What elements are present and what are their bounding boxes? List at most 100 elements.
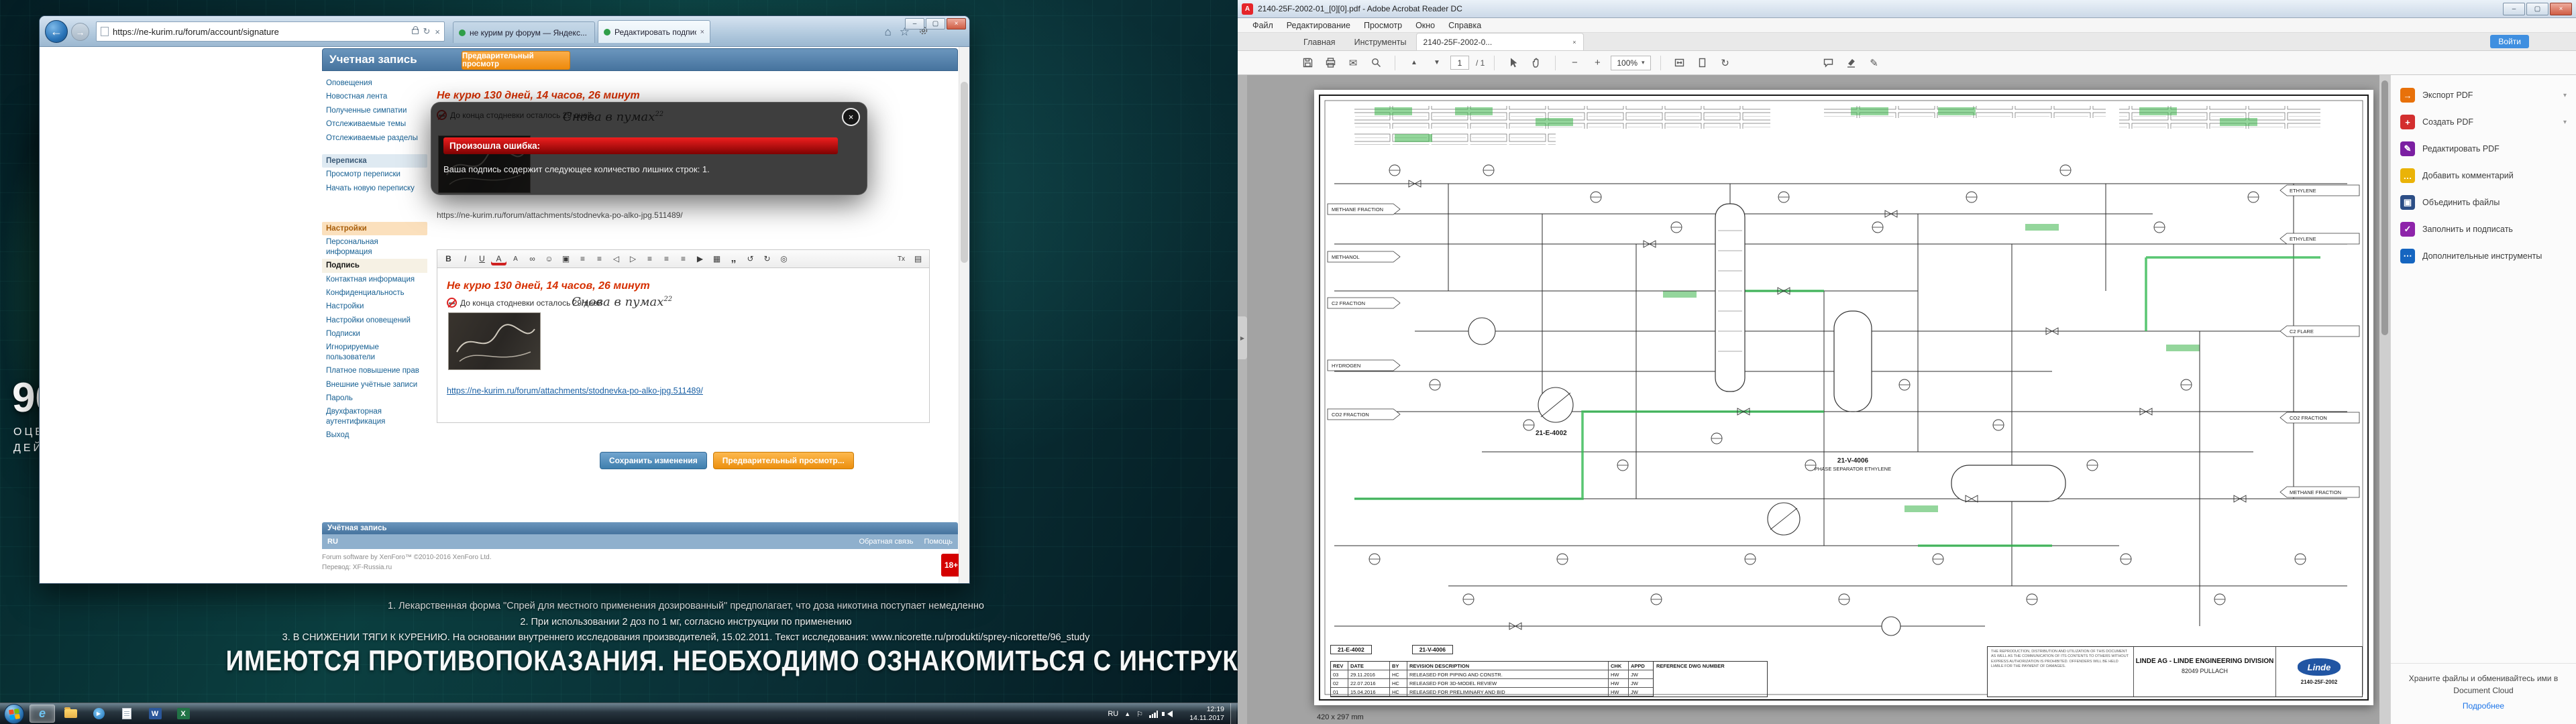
sidebar-header-conversations[interactable]: Переписка: [322, 154, 427, 168]
tab-document-active[interactable]: 2140-25F-2002-0... ×: [1416, 33, 1584, 50]
bullet-list-icon[interactable]: ≡: [575, 252, 590, 265]
forward-button[interactable]: →: [71, 23, 89, 41]
preview-button[interactable]: Предварительный просмотр...: [713, 452, 854, 469]
sidebar-item-ignored-users[interactable]: Игнорируемые пользователи: [322, 341, 427, 364]
learn-more-link[interactable]: Подробнее: [2463, 701, 2504, 711]
print-button[interactable]: [1321, 54, 1340, 72]
expand-panel-button[interactable]: ▶: [1238, 316, 1247, 359]
text-color-icon[interactable]: A: [491, 252, 506, 265]
sidebar-item-upgrades[interactable]: Платное повышение прав: [322, 364, 427, 377]
account-section-bar[interactable]: Учётная запись: [322, 522, 958, 534]
tool-more[interactable]: ⋯ Дополнительные инструменты: [2391, 243, 2576, 269]
highlight-tool-button[interactable]: [1842, 54, 1861, 72]
previous-page-button[interactable]: ▲: [1405, 54, 1424, 72]
close-button[interactable]: ×: [947, 18, 966, 29]
sidebar-item-signature[interactable]: Подпись: [322, 259, 427, 272]
tool-combine[interactable]: ▣ Объединить файлы: [2391, 189, 2576, 216]
sidebar-item-subscriptions[interactable]: Подписки: [322, 327, 427, 341]
taskbar-excel[interactable]: X: [170, 705, 196, 723]
email-button[interactable]: ✉: [1344, 54, 1362, 72]
tab-tools[interactable]: Инструменты: [1345, 34, 1416, 50]
attachment-link[interactable]: https://ne-kurim.ru/forum/attachments/st…: [447, 386, 703, 396]
outdent-icon[interactable]: ◁: [608, 252, 624, 265]
sidebar-item-new-conversation[interactable]: Начать новую переписку: [322, 182, 427, 195]
footer-link[interactable]: Помощь: [924, 538, 953, 546]
sidebar-item-view-conversations[interactable]: Просмотр переписки: [322, 168, 427, 181]
minimize-button[interactable]: –: [905, 18, 924, 29]
select-tool-button[interactable]: [1504, 54, 1523, 72]
table-icon[interactable]: ▦: [709, 252, 724, 265]
sidebar-item-external-accounts[interactable]: Внешние учётные записи: [322, 378, 427, 391]
sidebar-item-privacy[interactable]: Конфиденциальность: [322, 286, 427, 300]
menu-item[interactable]: Файл: [1246, 21, 1280, 30]
hidden-icons-chevron[interactable]: ▲: [1124, 711, 1130, 717]
taskbar-clock[interactable]: 12:19 14.11.2017: [1179, 705, 1224, 723]
network-icon[interactable]: [1149, 711, 1158, 718]
tool-edit-pdf[interactable]: ✎ Редактировать PDF: [2391, 135, 2576, 162]
maximize-button[interactable]: ▢: [2526, 3, 2548, 15]
taskbar-file-explorer[interactable]: [58, 705, 83, 723]
preview-tab[interactable]: Предварительный просмотр: [462, 51, 570, 70]
sidebar-item-password[interactable]: Пароль: [322, 391, 427, 405]
page-scrollbar[interactable]: [959, 47, 969, 583]
menu-item[interactable]: Редактирование: [1280, 21, 1357, 30]
sidebar-item-news-feed[interactable]: Новостная лента: [322, 90, 427, 103]
sidebar-item-alert-preferences[interactable]: Настройки оповещений: [322, 314, 427, 327]
indent-icon[interactable]: ▷: [625, 252, 641, 265]
tab-home[interactable]: Главная: [1294, 34, 1345, 50]
align-center-icon[interactable]: ≡: [659, 252, 674, 265]
fit-width-button[interactable]: [1670, 54, 1689, 72]
document-scrollbar[interactable]: [2379, 75, 2390, 724]
show-desktop-button[interactable]: [1230, 703, 1236, 724]
tool-export-pdf[interactable]: → Экспорт PDF ▾: [2391, 82, 2576, 109]
document-area[interactable]: METHANE FRACTION METHANOL C2 FRACTION HY…: [1247, 75, 2379, 724]
undo-icon[interactable]: ↺: [743, 252, 758, 265]
language-label[interactable]: RU: [327, 538, 338, 546]
comment-tool-button[interactable]: [1819, 54, 1838, 72]
taskbar-notepad[interactable]: [114, 705, 140, 723]
italic-icon[interactable]: I: [458, 252, 473, 265]
fit-page-button[interactable]: [1693, 54, 1712, 72]
search-button[interactable]: [1366, 54, 1385, 72]
numbered-list-icon[interactable]: ≡: [592, 252, 607, 265]
sidebar-item-two-step[interactable]: Двухфакторная аутентификация: [322, 405, 427, 428]
sidebar-item-preferences[interactable]: Настройки: [322, 300, 427, 313]
maximize-button[interactable]: ▢: [926, 18, 945, 29]
action-center-flag-icon[interactable]: ⚐: [1136, 710, 1143, 719]
sidebar-item-likes[interactable]: Полученные симпатии: [322, 104, 427, 117]
page-number-input[interactable]: [1450, 56, 1469, 70]
sidebar-header-settings[interactable]: Настройки: [322, 222, 427, 235]
menu-item[interactable]: Просмотр: [1357, 21, 1409, 30]
taskbar-word[interactable]: W: [142, 705, 168, 723]
menu-item[interactable]: Справка: [1442, 21, 1488, 30]
url-text[interactable]: https://ne-kurim.ru/forum/account/signat…: [113, 27, 407, 37]
tool-create-pdf[interactable]: + Создать PDF ▾: [2391, 109, 2576, 135]
sign-in-button[interactable]: Войти: [2490, 35, 2529, 48]
media-icon[interactable]: ▶: [692, 252, 708, 265]
bold-icon[interactable]: B: [441, 252, 456, 265]
refresh-icon[interactable]: ↻: [423, 26, 431, 37]
sidebar-item-watched-forums[interactable]: Отслеживаемые разделы: [322, 131, 427, 145]
browser-tab-1[interactable]: не курим ру форум — Яндекс...: [453, 21, 595, 43]
zoom-out-button[interactable]: −: [1565, 54, 1584, 72]
sidebar-item-alerts[interactable]: Оповещения: [322, 76, 427, 90]
align-right-icon[interactable]: ≡: [676, 252, 691, 265]
footer-link[interactable]: Обратная связь: [859, 538, 913, 546]
sidebar-item-logout[interactable]: Выход: [322, 428, 427, 442]
taskbar-media-player[interactable]: ▶: [86, 705, 111, 723]
tool-comment[interactable]: … Добавить комментарий: [2391, 162, 2576, 189]
address-bar[interactable]: https://ne-kurim.ru/forum/account/signat…: [96, 21, 445, 42]
underline-icon[interactable]: U: [474, 252, 490, 265]
link-icon[interactable]: ∞: [525, 252, 540, 265]
browser-tab-2-active[interactable]: Редактировать подпись | ... ×: [598, 20, 710, 43]
scrollbar-thumb[interactable]: [2381, 80, 2388, 335]
zoom-in-button[interactable]: +: [1588, 54, 1607, 72]
scrollbar-thumb[interactable]: [961, 82, 968, 263]
close-button[interactable]: ×: [2550, 3, 2572, 15]
zoom-level-select[interactable]: 100% ▾: [1611, 56, 1650, 70]
minimize-button[interactable]: –: [2503, 3, 2525, 15]
source-icon[interactable]: ▤: [910, 252, 926, 265]
quote-icon[interactable]: „: [726, 252, 741, 265]
close-tab-icon[interactable]: ×: [700, 28, 704, 36]
back-button[interactable]: ←: [45, 20, 68, 43]
